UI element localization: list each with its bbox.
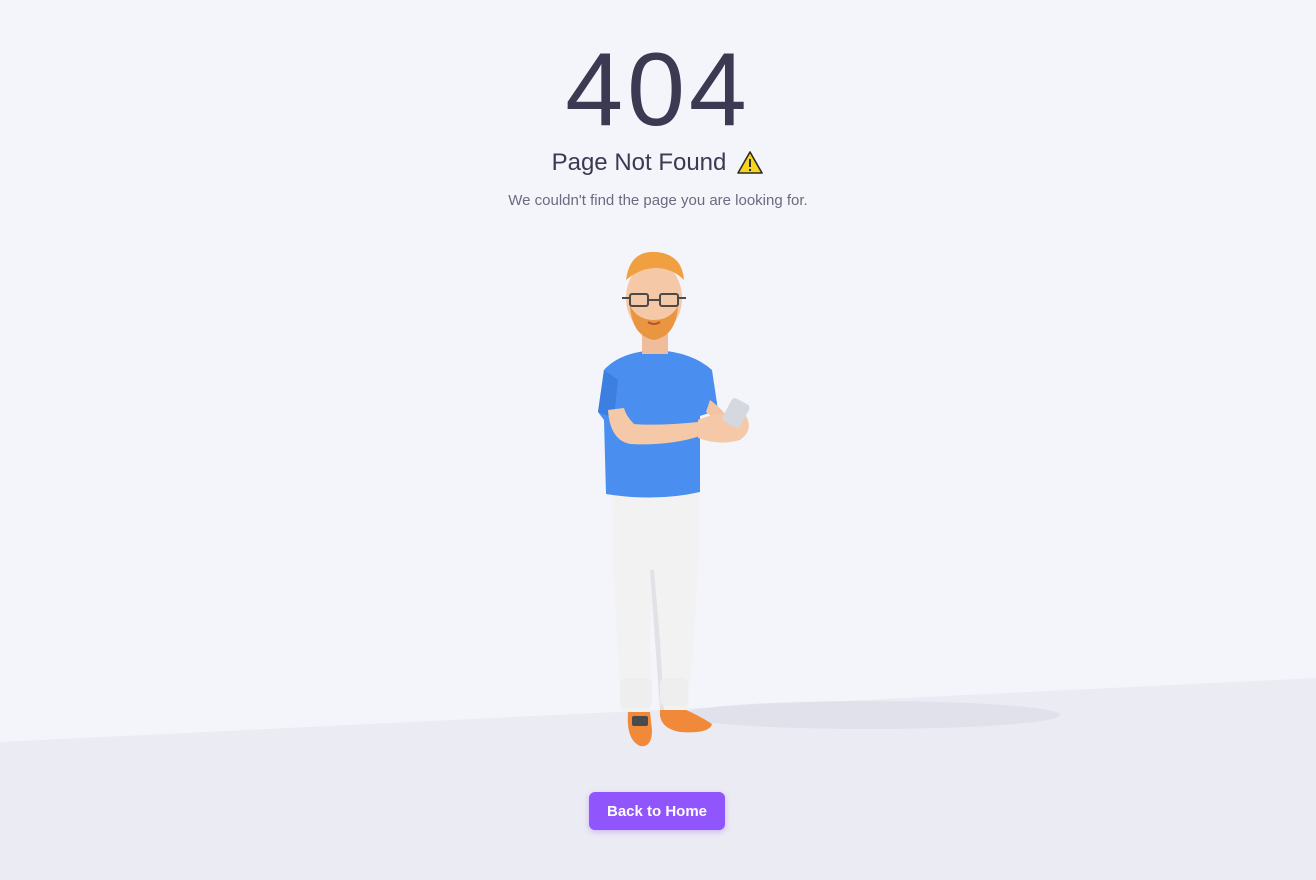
error-code: 404 xyxy=(565,32,751,148)
page-title: Page Not Found xyxy=(551,149,727,176)
error-message: We couldn't find the page you are lookin… xyxy=(508,192,808,209)
back-to-home-button[interactable]: Back to Home xyxy=(589,792,725,830)
person-holding-phone-illustration xyxy=(598,251,1060,747)
error-page: 404 Page Not Found We couldn't find the … xyxy=(0,0,1316,880)
title-row: Page Not Found xyxy=(0,146,1316,180)
warning-icon xyxy=(736,149,764,177)
